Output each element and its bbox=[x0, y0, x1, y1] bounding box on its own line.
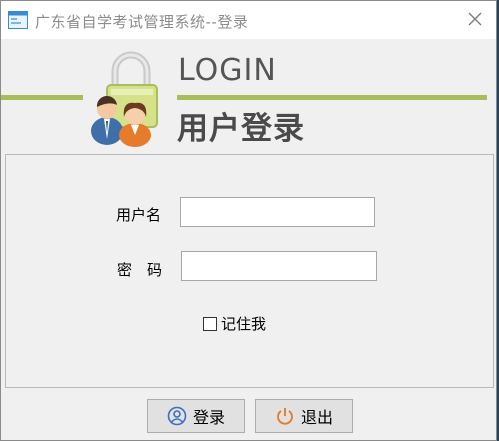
password-label: 密 码 bbox=[117, 261, 163, 279]
close-button[interactable] bbox=[460, 5, 490, 35]
banner-divider-right bbox=[177, 95, 487, 100]
close-icon bbox=[468, 11, 482, 30]
login-heading-en: LOGIN bbox=[178, 53, 277, 88]
login-button-label: 登录 bbox=[192, 408, 225, 427]
login-form-panel: 用户名 密 码 记住我 bbox=[5, 154, 494, 388]
users-lock-icon bbox=[87, 47, 171, 147]
remember-me-label: 记住我 bbox=[221, 315, 267, 333]
exit-button[interactable]: 退出 bbox=[255, 399, 353, 433]
password-input[interactable] bbox=[181, 251, 377, 281]
login-banner: LOGIN 用户登录 bbox=[1, 39, 496, 151]
window-title: 广东省自学考试管理系统--登录 bbox=[35, 13, 249, 31]
checkbox-box[interactable] bbox=[203, 316, 217, 331]
login-heading-cn: 用户登录 bbox=[177, 111, 305, 147]
login-button[interactable]: 登录 bbox=[147, 399, 245, 433]
login-window: 广东省自学考试管理系统--登录 LOGIN 用户登录 用户名 密 码 记住我 登… bbox=[0, 0, 497, 441]
remember-me-checkbox[interactable]: 记住我 bbox=[203, 313, 266, 334]
user-circle-icon bbox=[167, 406, 187, 426]
username-label: 用户名 bbox=[116, 206, 162, 224]
window-app-icon bbox=[8, 11, 28, 29]
username-input[interactable] bbox=[180, 197, 375, 227]
title-bar: 广东省自学考试管理系统--登录 bbox=[1, 1, 496, 40]
banner-divider-left bbox=[1, 95, 83, 100]
power-icon bbox=[275, 406, 295, 426]
exit-button-label: 退出 bbox=[300, 408, 333, 427]
